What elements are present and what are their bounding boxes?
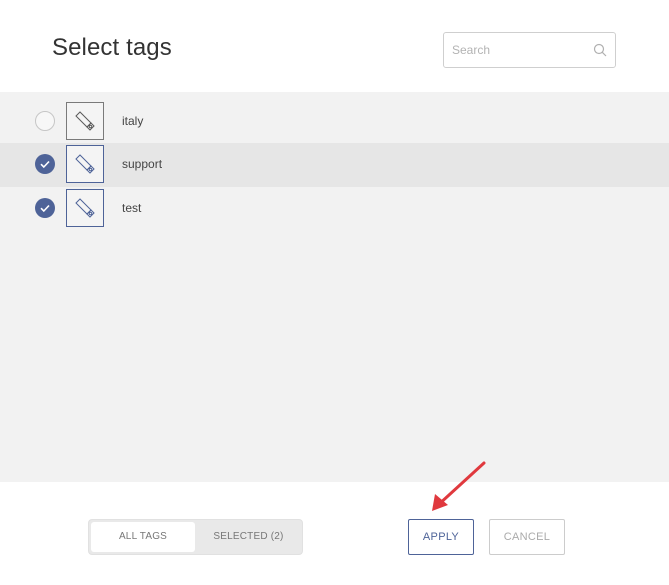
- search-input[interactable]: [444, 33, 592, 67]
- tag-label: italy: [122, 114, 144, 128]
- checkmark-icon: [40, 204, 50, 213]
- dialog-footer: ALL TAGS SELECTED (2) APPLY CANCEL: [0, 482, 669, 585]
- tag-checkbox[interactable]: [35, 154, 55, 174]
- apply-button[interactable]: APPLY: [408, 519, 474, 555]
- filter-all-tags-button[interactable]: ALL TAGS: [91, 522, 195, 552]
- tag-icon: [75, 198, 95, 218]
- tag-list: italy support test: [0, 92, 669, 482]
- tag-label: support: [122, 157, 163, 171]
- tag-icon-box: [66, 145, 104, 183]
- tag-row-test[interactable]: test: [0, 187, 669, 231]
- cancel-button[interactable]: CANCEL: [489, 519, 565, 555]
- checkmark-icon: [40, 160, 50, 169]
- page-title: Select tags: [52, 34, 172, 61]
- search-icon[interactable]: [593, 43, 607, 57]
- filter-toggle: ALL TAGS SELECTED (2): [88, 519, 303, 555]
- tag-icon: [75, 111, 95, 131]
- tag-row-italy[interactable]: italy: [0, 100, 669, 144]
- dialog-header: Select tags: [0, 0, 669, 92]
- search-box[interactable]: [443, 32, 616, 68]
- tag-icon: [75, 154, 95, 174]
- tag-checkbox[interactable]: [35, 198, 55, 218]
- tag-label: test: [122, 201, 142, 215]
- filter-selected-button[interactable]: SELECTED (2): [197, 522, 300, 552]
- tag-row-support[interactable]: support: [0, 143, 669, 187]
- tag-checkbox[interactable]: [35, 111, 55, 131]
- tag-icon-box: [66, 189, 104, 227]
- tag-icon-box: [66, 102, 104, 140]
